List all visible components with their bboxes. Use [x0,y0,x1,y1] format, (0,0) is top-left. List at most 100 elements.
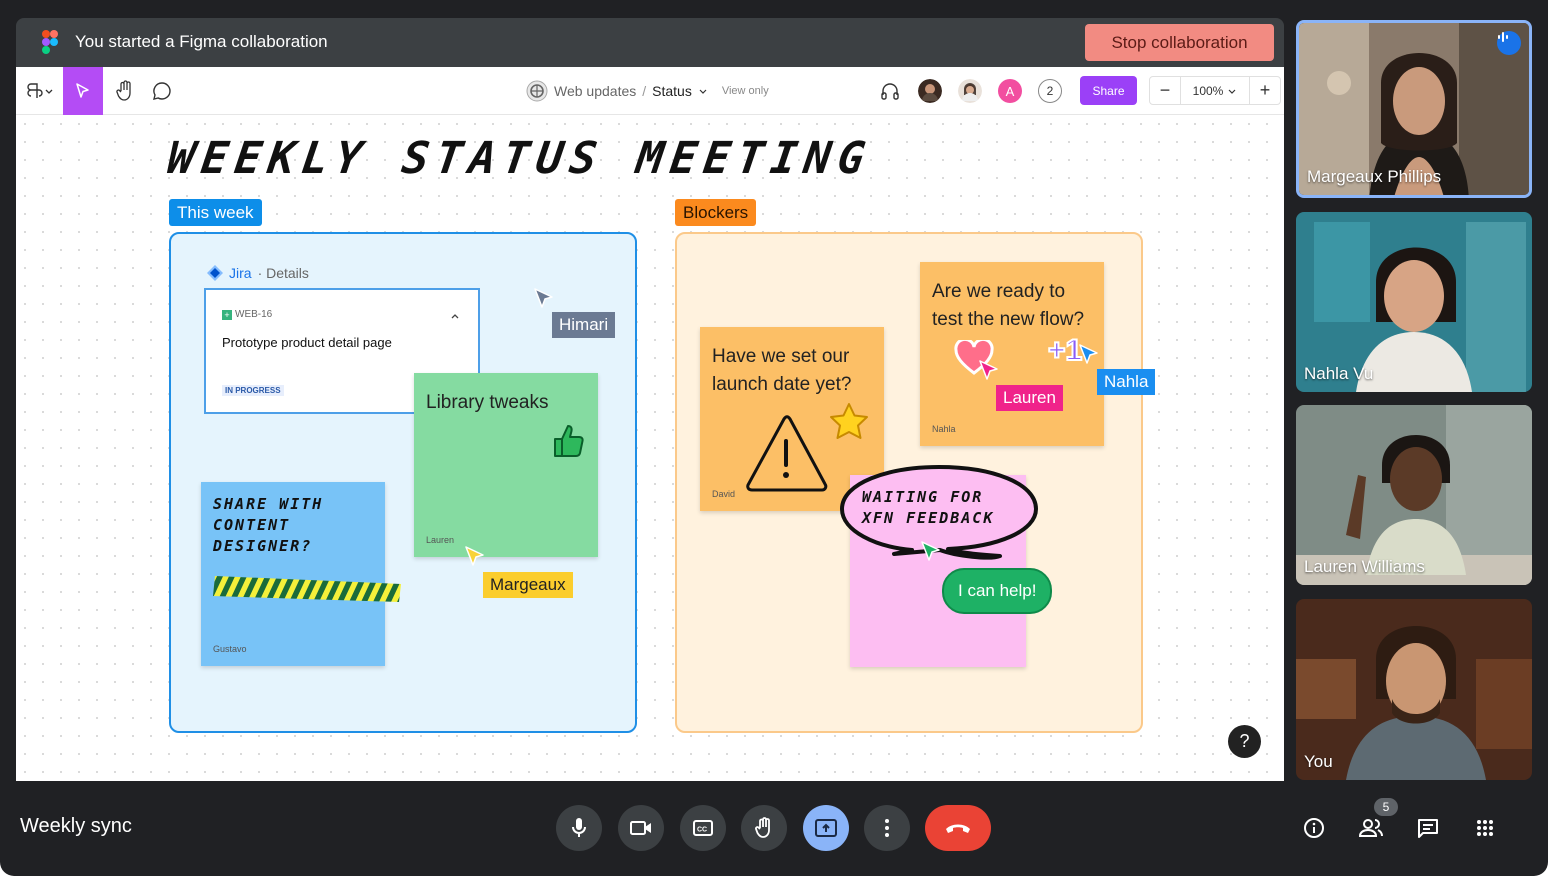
speech-bubble-text: WAITING FOR XFN FEEDBACK [862,487,994,529]
blockers-label: Blockers [675,199,756,226]
sticky-text: Library tweaks [426,389,549,417]
meeting-details-button[interactable] [1298,812,1330,844]
cursor-arrow-icon [533,287,555,311]
chevron-down-icon[interactable] [698,86,708,96]
view-mode-label: View only [722,85,769,97]
meeting-title: Weekly sync [20,815,132,838]
end-call-button[interactable] [925,805,991,851]
hand-icon [115,80,135,102]
figma-logo-icon [42,30,58,54]
chevron-up-icon[interactable] [450,312,460,320]
star-icon [828,401,870,443]
sticky-author: Gustavo [213,644,247,654]
collaborator-avatar-initial[interactable]: A [998,79,1022,103]
comment-icon [152,81,172,101]
main-menu-button[interactable] [24,67,56,115]
collaboration-message: You started a Figma collaboration [75,32,328,52]
raise-hand-button[interactable] [741,805,787,851]
participant-name: Lauren Williams [1304,557,1425,577]
page-name[interactable]: Status [652,83,692,99]
zoom-level-dropdown[interactable]: 100% [1180,77,1250,105]
more-vertical-icon [884,818,890,838]
cursor-label-himari: Himari [552,312,615,338]
share-button[interactable]: Share [1080,76,1137,105]
window-edge [1548,0,1560,876]
ticket-status-badge: IN PROGRESS [222,385,284,396]
figjam-canvas[interactable]: WEEKLY STATUS MEETING This week Jira · D… [16,115,1284,781]
tape-decoration [213,572,403,606]
sticky-new-flow[interactable]: Are we ready to test the new flow? +1 Na… [920,262,1104,446]
people-count-badge: 5 [1374,798,1398,816]
more-collaborators-count[interactable]: 2 [1038,79,1062,103]
participant-tile-you[interactable]: You [1296,599,1532,780]
jira-details: · Details [258,265,309,281]
move-tool-button[interactable] [63,67,103,115]
audio-button[interactable] [876,67,904,115]
collaborator-avatar[interactable] [958,79,982,103]
apps-grid-icon [1476,819,1494,837]
bubble-line: XFN FEEDBACK [862,508,994,529]
camera-button[interactable] [618,805,664,851]
file-breadcrumb: Web updates / Status View only [526,80,769,102]
svg-text:CC: CC [697,827,707,834]
sticky-library-tweaks[interactable]: Library tweaks Lauren [414,373,598,557]
cursor-chat-bubble: I can help! [942,568,1052,614]
ticket-id-row: + WEB-16 [222,309,272,320]
more-options-button[interactable] [864,805,910,851]
present-screen-icon [815,819,837,837]
microphone-button[interactable] [556,805,602,851]
help-button[interactable]: ? [1228,725,1261,758]
ticket-id: WEB-16 [235,309,272,320]
hand-tool-button[interactable] [108,67,142,115]
stop-collaboration-button[interactable]: Stop collaboration [1085,24,1274,61]
cursor-arrow-icon [978,359,1000,383]
board-title: WEEKLY STATUS MEETING [164,133,874,184]
sticky-text: Are we ready to test the new flow? [932,278,1084,334]
captions-icon: CC [693,820,713,836]
figma-menu-icon [27,82,53,100]
sticky-line: CONTENT [213,515,323,536]
sticky-text: SHARE WITH CONTENT DESIGNER? [213,494,323,557]
cursor-label-margeaux: Margeaux [483,572,573,598]
zoom-level: 100% [1193,84,1224,98]
participant-name: Margeaux Phillips [1307,167,1441,187]
chat-button[interactable] [1412,812,1444,844]
activities-button[interactable] [1469,812,1501,844]
sticky-line: Have we set our [712,343,851,371]
present-button[interactable] [803,805,849,851]
sticky-author: Nahla [932,424,956,434]
breadcrumb-separator: / [642,83,646,99]
team-avatar-icon [526,80,548,102]
headphones-icon [880,82,900,100]
people-button[interactable] [1355,812,1387,844]
speaking-indicator [1497,31,1521,55]
zoom-out-button[interactable]: − [1150,77,1180,105]
captions-button[interactable]: CC [680,805,726,851]
bubble-line: WAITING FOR [862,487,994,508]
collaboration-bar: You started a Figma collaboration Stop c… [16,18,1284,67]
sticky-line: Are we ready to [932,278,1084,306]
cursor-arrow-icon [1078,343,1100,367]
jira-header: Jira · Details [207,265,309,281]
collaborator-avatar[interactable] [918,79,942,103]
comment-tool-button[interactable] [146,67,178,115]
sticky-line: DESIGNER? [213,536,323,557]
cursor-arrow-icon [75,82,91,100]
chevron-down-icon [1227,86,1237,96]
sticky-share-with-content-designer[interactable]: SHARE WITH CONTENT DESIGNER? Gustavo [201,482,385,666]
jira-source[interactable]: Jira [229,265,252,281]
cursor-label-lauren: Lauren [996,385,1063,411]
participant-tile-nahla[interactable]: Nahla Vu [1296,212,1532,392]
hand-icon [754,817,774,839]
cursor-label-nahla: Nahla [1097,369,1155,395]
file-name[interactable]: Web updates [554,83,636,99]
ticket-title: Prototype product detail page [222,335,392,350]
participant-tile-lauren[interactable]: Lauren Williams [1296,405,1532,585]
zoom-in-button[interactable]: + [1250,77,1280,105]
warning-icon [744,413,830,493]
video-camera-icon [630,820,652,836]
participant-tile-margeaux[interactable]: Margeaux Phillips [1296,20,1532,198]
sticky-author: Lauren [426,535,454,545]
zoom-control: − 100% + [1149,76,1281,105]
chat-icon [1417,818,1439,838]
